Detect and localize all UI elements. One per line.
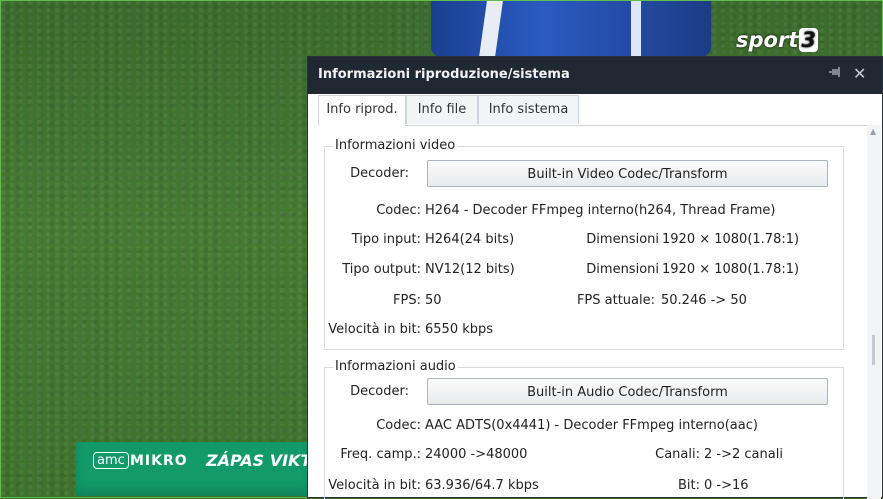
tab-label: Info riprod. [326,102,398,117]
channel-logo: sport 3 [736,28,818,52]
dialog-titlebar[interactable]: Informazioni riproduzione/sistema ✕ [308,57,882,94]
bits-value: 0 ->16 [704,478,749,493]
output-dimensions-label: Dimensioni [586,262,659,277]
pin-icon[interactable] [829,66,843,82]
audio-info-group: Informazioni audio Decoder: Built-in Aud… [324,359,844,499]
fps-actual-label: FPS attuale: [576,293,655,308]
output-dimensions-value: 1920 × 1080(1.78:1) [662,262,800,277]
video-info-legend: Informazioni video [333,138,458,153]
input-type-label: Tipo input: [351,232,421,247]
fps-actual-value: 50.246 -> 50 [661,293,747,308]
tab-label: Info file [417,102,467,117]
audio-bitrate-label: Velocità in bit: [328,478,421,493]
video-decoder-value: Built-in Video Codec/Transform [527,167,728,182]
tab-info-sistema[interactable]: Info sistema [478,95,579,124]
audio-codec-label: Codec: [376,418,421,433]
news-ticker: amc MIKRO ZÁPAS VIKT [76,442,311,496]
ticker-badge: amc [93,452,129,469]
close-icon[interactable]: ✕ [853,64,866,83]
vertical-scrollbar[interactable]: ▲ [867,125,881,499]
fps-label: FPS: [393,293,421,308]
tab-content: Informazioni video Decoder: Built-in Vid… [314,125,863,499]
jersey-stripe [479,1,503,57]
bits-label: Bit: [677,478,700,493]
ticker-headline: ZÁPAS VIKT [206,451,312,470]
audio-decoder-value: Built-in Audio Codec/Transform [527,385,728,400]
video-bitrate-label: Velocità in bit: [328,322,421,337]
audio-bitrate-value: 63.936/64.7 kbps [425,478,539,493]
tab-info-riprod[interactable]: Info riprod. [318,95,406,126]
channels-label: Canali: [655,447,700,462]
playback-info-dialog: Informazioni riproduzione/sistema ✕ Info… [307,56,883,499]
tab-bar: Info riprod. Info file Info sistema [318,95,878,126]
video-decoder-button[interactable]: Built-in Video Codec/Transform [427,160,828,187]
input-dimensions-label: Dimensioni [586,232,659,247]
video-codec-value: H264 - Decoder FFmpeg interno(h264, Thre… [425,203,776,218]
output-type-label: Tipo output: [342,262,421,277]
scroll-up-icon[interactable]: ▲ [870,127,876,136]
tab-info-file[interactable]: Info file [406,95,478,124]
video-decoder-label: Decoder: [350,166,409,181]
channels-value: 2 ->2 canali [704,447,783,462]
dialog-title: Informazioni riproduzione/sistema [318,67,570,82]
video-codec-label: Codec: [376,203,421,218]
ticker-brand: MIKRO [130,453,188,469]
audio-codec-value: AAC ADTS(0x4441) - Decoder FFmpeg intern… [425,418,758,433]
sample-rate-value: 24000 ->48000 [425,447,528,462]
input-type-value: H264(24 bits) [425,232,515,247]
audio-info-legend: Informazioni audio [333,359,458,374]
scrollbar-thumb[interactable] [872,335,875,365]
jersey-stripe [631,1,641,57]
audio-decoder-label: Decoder: [350,384,409,399]
tab-label: Info sistema [488,102,569,117]
player-jersey [431,1,711,57]
video-bitrate-value: 6550 kbps [425,322,494,337]
input-dimensions-value: 1920 × 1080(1.78:1) [662,232,800,247]
fps-value: 50 [425,293,442,308]
video-info-group: Informazioni video Decoder: Built-in Vid… [324,138,844,350]
sample-rate-label: Freq. camp.: [340,447,421,462]
audio-decoder-button[interactable]: Built-in Audio Codec/Transform [427,378,828,405]
channel-logo-number: 3 [799,28,818,52]
output-type-value: NV12(12 bits) [425,262,515,277]
channel-logo-text: sport [736,28,799,52]
